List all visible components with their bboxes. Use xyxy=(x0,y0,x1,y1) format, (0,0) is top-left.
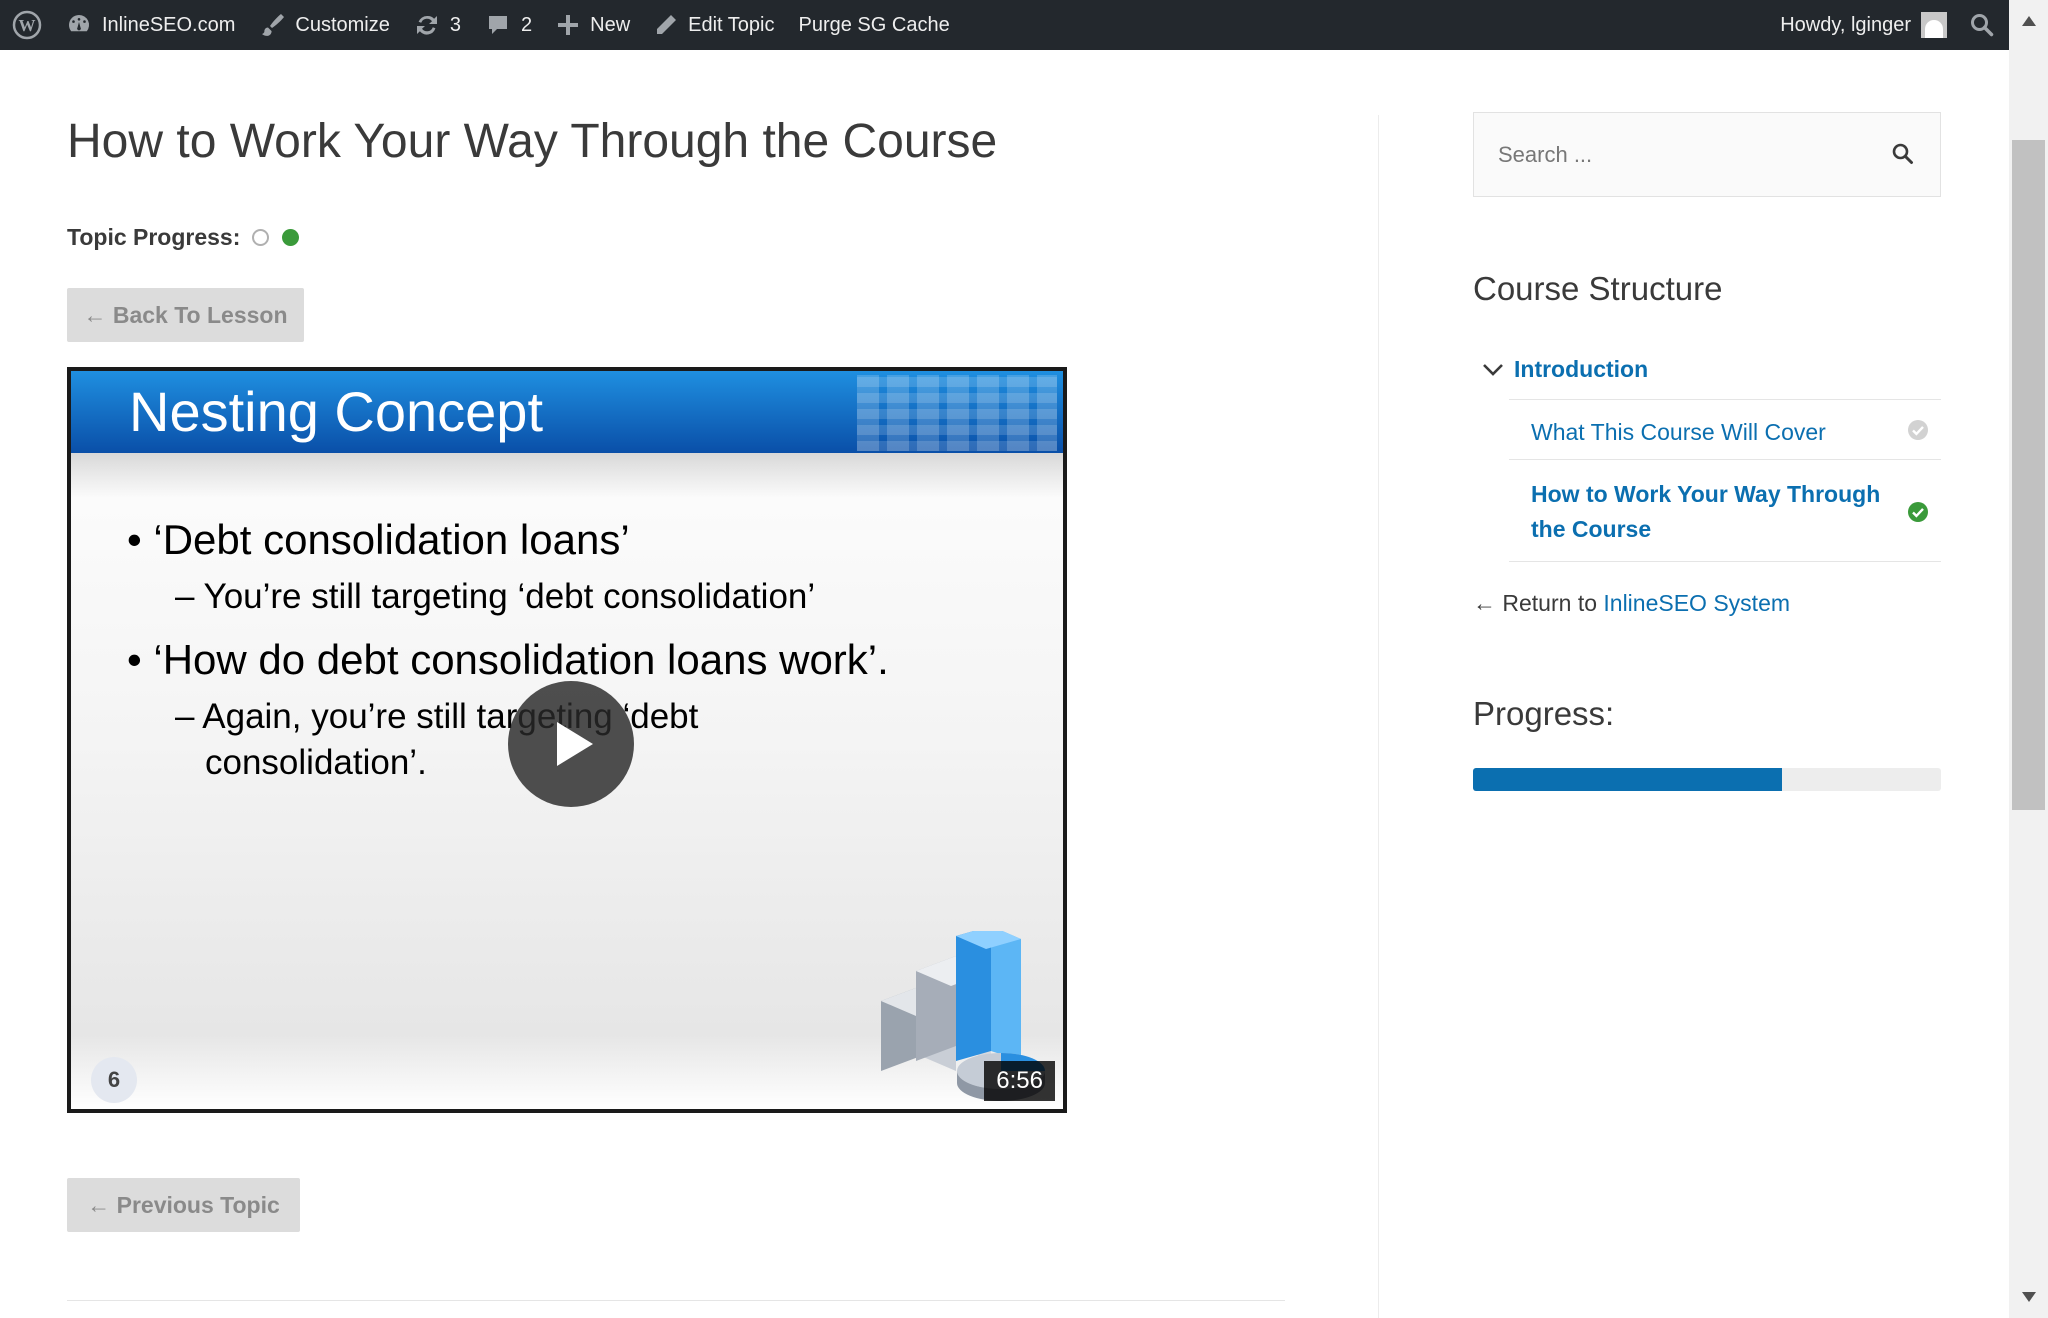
lesson-introduction-label: Introduction xyxy=(1514,356,1649,382)
checkmark-circle-incomplete-icon xyxy=(1908,420,1928,440)
customize-link[interactable]: Customize xyxy=(247,0,401,50)
topic-item-label: How to Work Your Way Through the Course xyxy=(1531,481,1881,542)
slide-subbullet-2-continued: consolidation’. xyxy=(205,743,427,782)
slide-header-shadow xyxy=(71,453,1063,498)
comments-count: 2 xyxy=(521,13,533,36)
search-icon xyxy=(1892,143,1913,164)
content-divider xyxy=(67,1300,1285,1301)
howdy-text: Howdy, lginger xyxy=(1780,13,1911,36)
page-scrollbar[interactable] xyxy=(2009,0,2048,1318)
edit-topic-link[interactable]: Edit Topic xyxy=(642,0,786,50)
back-to-lesson-button[interactable]: ← Back To Lesson xyxy=(67,288,304,342)
slide-bullet-2: • ‘How do debt consolidation loans work’… xyxy=(127,636,889,683)
return-prefix: ← Return to xyxy=(1473,590,1604,616)
slide-header: Nesting Concept xyxy=(71,371,1063,453)
purge-cache-link[interactable]: Purge SG Cache xyxy=(787,0,962,50)
slide-number-badge: 6 xyxy=(91,1057,137,1103)
sidebar-search xyxy=(1473,112,1941,197)
return-to-course: ← Return to InlineSEO System xyxy=(1473,590,1790,617)
video-duration: 6:56 xyxy=(984,1061,1055,1101)
topic-progress: Topic Progress: xyxy=(67,224,300,251)
course-structure-title: Course Structure xyxy=(1473,270,1723,307)
slide-header-decoration xyxy=(857,375,1057,451)
course-progress-fill xyxy=(1473,768,1782,791)
progress-step-complete-icon xyxy=(282,229,300,246)
progress-title: Progress: xyxy=(1473,695,1615,732)
new-label: New xyxy=(590,13,631,36)
topic-item-how-to-work-your-way[interactable]: How to Work Your Way Through the Course xyxy=(1509,461,1941,562)
course-progress-bar xyxy=(1473,768,1941,791)
sidebar-divider xyxy=(1378,115,1379,1318)
plus-icon xyxy=(558,15,579,35)
slide-title: Nesting Concept xyxy=(129,380,544,443)
brush-icon xyxy=(262,14,285,36)
topic-item-label: What This Course Will Cover xyxy=(1531,419,1826,445)
play-button[interactable] xyxy=(508,681,634,807)
chevron-down-icon xyxy=(1483,363,1503,376)
wordpress-icon: W xyxy=(12,10,42,40)
return-to-course-link[interactable]: InlineSEO System xyxy=(1603,590,1790,616)
customize-label: Customize xyxy=(295,13,390,36)
topic-progress-label: Topic Progress: xyxy=(67,224,241,250)
search-submit-button[interactable] xyxy=(1890,141,1916,172)
updates-link[interactable]: 3 xyxy=(402,0,473,50)
comments-link[interactable]: 2 xyxy=(473,0,544,50)
dashboard-icon xyxy=(69,14,90,32)
search-input[interactable] xyxy=(1474,114,1864,195)
refresh-icon xyxy=(416,15,437,35)
svg-text:W: W xyxy=(19,16,36,35)
new-content-menu[interactable]: New xyxy=(544,0,642,50)
video-player[interactable]: Nesting Concept • ‘Debt consolidation lo… xyxy=(67,367,1067,1113)
scroll-up-arrow-icon[interactable] xyxy=(2009,8,2048,34)
purge-cache-label: Purge SG Cache xyxy=(798,13,950,36)
previous-topic-button[interactable]: ← Previous Topic xyxy=(67,1178,300,1232)
search-icon xyxy=(1971,14,1994,37)
scroll-thumb[interactable] xyxy=(2012,140,2045,810)
scroll-down-arrow-icon[interactable] xyxy=(2009,1284,2048,1310)
admin-bar: W InlineSEO.com Customize 3 2 New Edit T… xyxy=(0,0,2009,50)
play-icon xyxy=(557,722,593,766)
avatar xyxy=(1921,12,1947,38)
slide-subbullet-1: – You’re still targeting ‘debt consolida… xyxy=(175,577,816,616)
comment-icon xyxy=(489,16,507,34)
adminbar-search[interactable] xyxy=(1961,0,2009,50)
site-name-menu[interactable]: InlineSEO.com xyxy=(54,0,247,50)
checkmark-circle-complete-icon xyxy=(1908,502,1928,522)
edit-topic-label: Edit Topic xyxy=(688,13,775,36)
updates-count: 3 xyxy=(449,13,461,36)
page-title: How to Work Your Way Through the Course xyxy=(67,115,998,168)
topic-item-what-this-course-will-cover[interactable]: What This Course Will Cover xyxy=(1509,400,1941,460)
slide-bullet-1: • ‘Debt consolidation loans’ xyxy=(127,516,630,563)
pencil-icon xyxy=(657,15,677,34)
progress-step-incomplete-icon xyxy=(252,229,270,246)
wordpress-logo-menu[interactable]: W xyxy=(0,0,54,50)
lesson-introduction-toggle[interactable]: Introduction xyxy=(1482,356,1648,383)
site-name: InlineSEO.com xyxy=(102,13,236,36)
account-menu[interactable]: Howdy, lginger xyxy=(1768,0,1961,50)
